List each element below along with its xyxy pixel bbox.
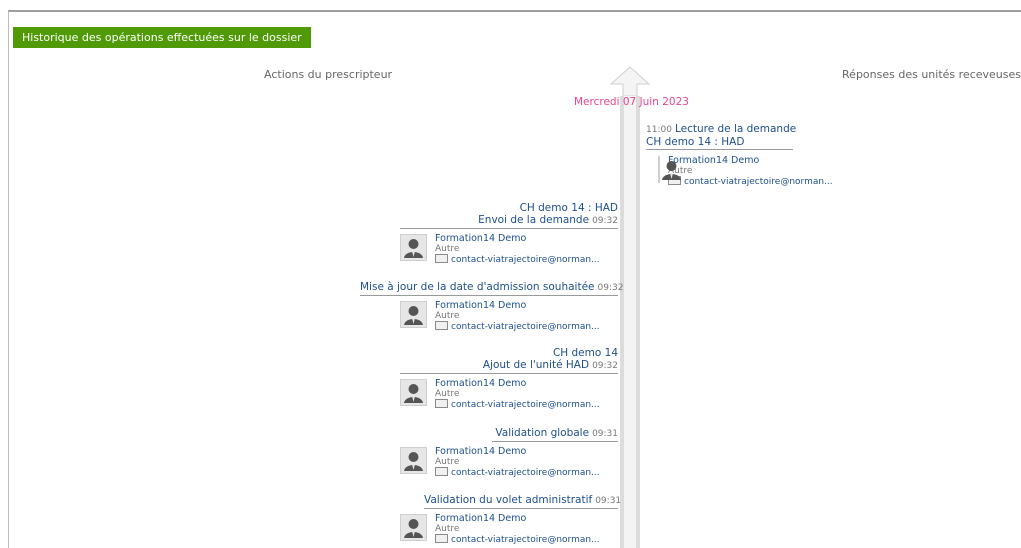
entry-title: CH demo 14 Ajout de l'unité HAD 09:32: [400, 347, 618, 374]
receiving-units-column-title: Réponses des unités receveuses: [842, 68, 1021, 81]
entry-unit: CH demo 14 : HAD: [646, 136, 745, 148]
entry-action[interactable]: Ajout de l'unité HAD: [483, 359, 589, 371]
timeline-up-arrow-icon: [610, 66, 650, 96]
mail-icon: [435, 321, 448, 330]
timeline-entry-right: 11:00 Lecture de la demande CH demo 14 : …: [646, 123, 833, 187]
avatar: [658, 156, 681, 183]
entry-title: Validation du volet administratif 09:31: [424, 494, 622, 509]
user-silhouette-icon: [404, 306, 423, 325]
mail-icon: [435, 399, 448, 408]
user-card: Formation14 Demo Autre contact-viatrajec…: [400, 379, 618, 410]
entry-time: 11:00: [646, 125, 672, 135]
user-email-link[interactable]: contact-viatrajectoire@norman...: [435, 467, 600, 478]
timeline-entry-left: CH demo 14 : HAD Envoi de la demande 09:3…: [400, 202, 618, 265]
avatar: [400, 234, 427, 261]
user-name[interactable]: Formation14 Demo: [435, 301, 600, 311]
user-email-link[interactable]: contact-viatrajectoire@norman...: [435, 534, 600, 545]
entry-title: Mise à jour de la date d'admission souha…: [360, 281, 623, 296]
timeline-entry-left: Validation globale 09:31 Formation14 Demo…: [400, 427, 618, 478]
entry-action[interactable]: Validation du volet administratif: [424, 494, 592, 506]
user-silhouette-icon: [404, 239, 423, 258]
entry-unit: CH demo 14 : HAD: [519, 202, 618, 214]
user-name[interactable]: Formation14 Demo: [435, 514, 600, 524]
user-silhouette-icon: [404, 452, 423, 471]
entry-time: 09:31: [595, 496, 622, 506]
entry-action[interactable]: Envoi de la demande: [478, 214, 589, 226]
mail-icon: [435, 467, 448, 476]
user-silhouette-icon: [404, 519, 423, 538]
avatar: [400, 301, 427, 328]
entry-title: Validation globale 09:31: [492, 427, 618, 442]
entry-time: 09:32: [592, 216, 618, 226]
user-name[interactable]: Formation14 Demo: [435, 447, 600, 457]
entry-time: 09:32: [597, 283, 624, 293]
user-card: Formation14 Demo Autre contact-viatrajec…: [400, 301, 618, 332]
entry-action[interactable]: Lecture de la demande: [675, 123, 796, 135]
user-name[interactable]: Formation14 Demo: [668, 156, 833, 166]
user-card: Formation14 Demo Autre contact-viatrajec…: [400, 447, 618, 478]
entry-action[interactable]: Validation globale: [495, 427, 589, 439]
user-email-link[interactable]: contact-viatrajectoire@norman...: [435, 399, 600, 410]
timeline-entry-left: CH demo 14 Ajout de l'unité HAD 09:32 For…: [400, 347, 618, 410]
entry-time: 09:31: [592, 429, 618, 439]
user-card: Formation14 Demo Autre contact-viatrajec…: [400, 234, 618, 265]
user-email-link[interactable]: contact-viatrajectoire@norman...: [435, 321, 600, 332]
user-silhouette-icon: [404, 384, 423, 403]
user-email-link[interactable]: contact-viatrajectoire@norman...: [668, 176, 833, 187]
user-card: Formation14 Demo Autre contact-viatrajec…: [400, 514, 618, 545]
user-role: Autre: [435, 389, 460, 399]
timeline-entry-left: Validation du volet administratif 09:31 F…: [400, 494, 622, 545]
avatar: [400, 514, 427, 541]
entry-title: 11:00 Lecture de la demande CH demo 14 : …: [646, 123, 796, 150]
entry-title: CH demo 14 : HAD Envoi de la demande 09:3…: [400, 202, 618, 229]
timeline-axis: [620, 96, 640, 548]
entry-action[interactable]: Mise à jour de la date d'admission souha…: [360, 281, 595, 293]
entry-time: 09:32: [592, 361, 618, 371]
user-role: Autre: [435, 244, 460, 254]
user-card: Formation14 Demo Autre contact-viatrajec…: [658, 156, 833, 187]
mail-icon: [435, 254, 448, 263]
user-silhouette-icon: [662, 161, 681, 180]
user-role: Autre: [435, 524, 460, 534]
user-role: Autre: [668, 166, 693, 176]
prescriber-column-title: Actions du prescripteur: [264, 68, 393, 81]
avatar: [400, 379, 427, 406]
mail-icon: [435, 534, 448, 543]
user-name[interactable]: Formation14 Demo: [435, 234, 600, 244]
entry-unit: CH demo 14: [552, 347, 618, 359]
user-role: Autre: [435, 311, 460, 321]
user-role: Autre: [435, 457, 460, 467]
avatar: [400, 447, 427, 474]
timeline-entry-left: Mise à jour de la date d'admission souha…: [360, 281, 623, 332]
user-name[interactable]: Formation14 Demo: [435, 379, 600, 389]
history-header-tab[interactable]: Historique des opérations effectuées sur…: [13, 27, 311, 48]
timeline-date: Mercredi 07 Juin 2023: [574, 96, 689, 108]
user-email-link[interactable]: contact-viatrajectoire@norman...: [435, 254, 600, 265]
